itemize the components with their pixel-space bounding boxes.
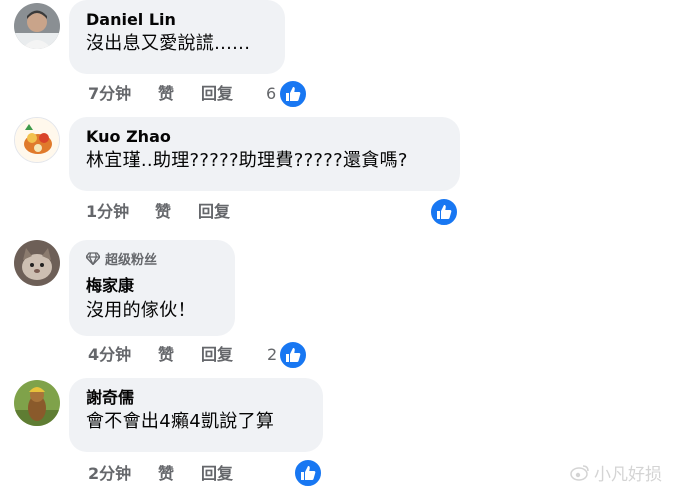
watermark-text: 小凡好损	[594, 465, 662, 485]
comment-author[interactable]: 梅家康	[86, 275, 219, 297]
like-reaction-icon[interactable]	[278, 79, 308, 109]
like-count: 6	[266, 84, 277, 103]
comment-author[interactable]: 謝奇儒	[86, 387, 307, 409]
comment-text: 沒用的傢伙！	[86, 300, 196, 321]
like-reaction-icon[interactable]	[278, 340, 308, 370]
reply-button[interactable]: 回复	[201, 82, 233, 106]
avatar[interactable]	[14, 117, 60, 163]
comment-bubble: Kuo Zhao 林宜瑾..助理?????助理費?????還貪嗎?	[69, 117, 460, 191]
avatar[interactable]	[14, 380, 60, 426]
like-button[interactable]: 赞	[158, 462, 174, 486]
watermark: 小凡好损	[570, 460, 662, 485]
comment-time[interactable]: 4分钟	[88, 343, 131, 367]
comment-time[interactable]: 1分钟	[86, 200, 129, 224]
comment-bubble: 謝奇儒 會不會出4癩4凱說了算	[69, 378, 323, 452]
badge-label: 超级粉丝	[105, 252, 158, 268]
comment-bubble: 超级粉丝 梅家康 沒用的傢伙！	[69, 240, 235, 336]
like-button[interactable]: 赞	[158, 343, 174, 367]
diamond-icon	[86, 251, 100, 265]
comment-text: 林宜瑾..助理?????助理費?????還貪嗎?	[86, 150, 408, 171]
avatar[interactable]	[14, 240, 60, 286]
comment-author[interactable]: Kuo Zhao	[86, 126, 444, 148]
comment-text: 會不會出4癩4凱說了算	[86, 411, 275, 432]
reply-button[interactable]: 回复	[198, 200, 230, 224]
like-reaction-icon[interactable]	[429, 197, 459, 227]
comment-bubble: Daniel Lin 沒出息又愛說謊......	[69, 0, 285, 74]
top-fan-badge: 超级粉丝	[86, 248, 219, 268]
comment-author[interactable]: Daniel Lin	[86, 9, 269, 31]
reply-button[interactable]: 回复	[201, 462, 233, 486]
reply-button[interactable]: 回复	[201, 343, 233, 367]
comment-time[interactable]: 2分钟	[88, 462, 131, 486]
avatar[interactable]	[14, 3, 60, 49]
like-reaction-icon[interactable]	[293, 458, 323, 488]
like-button[interactable]: 赞	[155, 200, 171, 224]
comment-text: 沒出息又愛說謊......	[86, 33, 251, 54]
like-count: 2	[267, 345, 278, 364]
like-button[interactable]: 赞	[158, 82, 174, 106]
weibo-icon	[570, 465, 589, 481]
comment-time[interactable]: 7分钟	[88, 82, 131, 106]
